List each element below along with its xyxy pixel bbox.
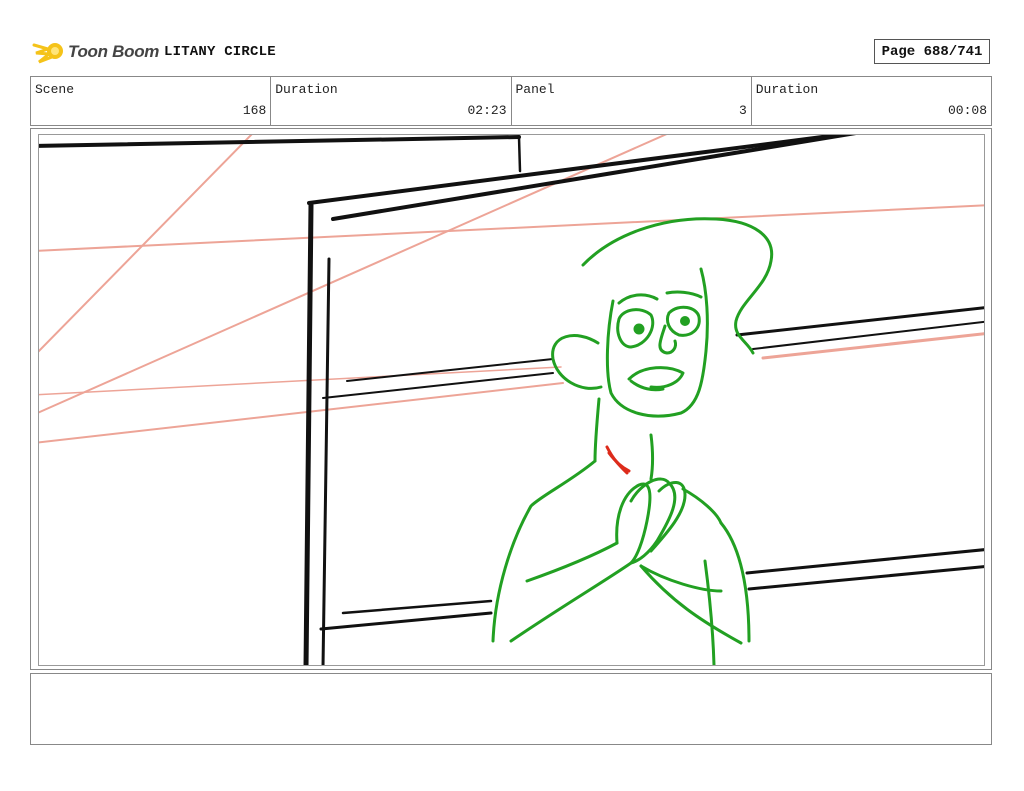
toon-boom-logo: Toon Boom (32, 36, 159, 68)
page-number: Page 688/741 (874, 39, 990, 64)
panel-duration-cell: Duration 00:08 (752, 77, 991, 125)
background-ink (39, 135, 984, 665)
panel-cell: Panel 3 (512, 77, 752, 125)
perspective-guides (39, 135, 984, 444)
scene-cell: Scene 168 (31, 77, 272, 125)
scene-duration-value: 02:23 (467, 103, 507, 118)
panel-notes-box (30, 673, 992, 745)
panel-value: 3 (738, 103, 747, 118)
scene-duration-cell: Duration 02:23 (271, 77, 512, 125)
info-row: Scene 168 Duration 02:23 Panel 3 Duratio… (30, 76, 992, 126)
scene-duration-label: Duration (275, 82, 338, 97)
star-burst-icon (32, 43, 63, 64)
logo-text: Toon Boom (68, 42, 160, 61)
panel-sketch (39, 135, 984, 665)
panel-duration-label: Duration (755, 82, 819, 97)
panel-duration-value: 00:08 (947, 103, 987, 118)
character-sketch (491, 217, 774, 665)
panel-label: Panel (515, 82, 555, 97)
project-title: LITANY CIRCLE (164, 44, 276, 60)
scene-label: Scene (35, 82, 75, 97)
accent-marks (605, 445, 631, 475)
scene-value: 168 (242, 103, 267, 118)
storyboard-panel (38, 134, 985, 666)
